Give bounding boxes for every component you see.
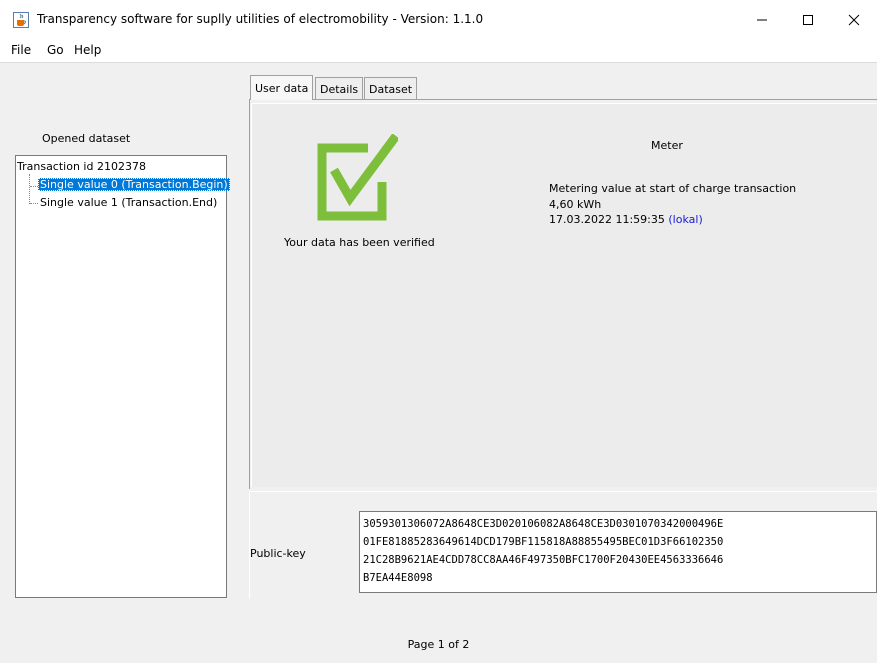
opened-dataset-label: Opened dataset	[42, 132, 131, 145]
menu-bar: File Go Help	[0, 40, 877, 63]
window-title: Transparency software for suplly utiliti…	[37, 12, 484, 26]
tab-dataset[interactable]: Dataset	[364, 77, 418, 99]
meter-timestamp: 17.03.2022 11:59:35 (lokal)	[549, 213, 703, 226]
maximize-icon	[803, 15, 813, 25]
public-key-field[interactable]: 3059301306072A8648CE3D020106082A8648CE3D…	[359, 511, 877, 593]
dataset-tree[interactable]: Transaction id 2102378 Single value 0 (T…	[15, 155, 230, 598]
tree-item-single-value-0[interactable]: Single value 0 (Transaction.Begin)	[38, 178, 230, 191]
timezone-link[interactable]: (lokal)	[668, 213, 702, 226]
public-key-line: 3059301306072A8648CE3D020106082A8648CE3D…	[363, 518, 724, 530]
meter-title: Meter	[651, 139, 683, 152]
tree-item-single-value-1[interactable]: Single value 1 (Transaction.End)	[38, 196, 219, 209]
menu-help[interactable]: Help	[74, 43, 101, 57]
tree-connector	[29, 174, 30, 204]
tab-user-data[interactable]: User data	[250, 75, 314, 100]
check-mark-icon	[316, 133, 400, 222]
tree-root-transaction[interactable]: Transaction id 2102378	[17, 160, 146, 173]
maximize-button[interactable]	[785, 0, 831, 40]
java-cup-icon	[13, 12, 29, 28]
public-key-line: B7EA44E8098	[363, 572, 433, 584]
tab-details[interactable]: Details	[315, 77, 364, 99]
timestamp-text: 17.03.2022 11:59:35	[549, 213, 665, 226]
menu-go[interactable]: Go	[47, 43, 64, 57]
meter-value: 4,60 kWh	[549, 198, 602, 211]
page-indicator: Page 1 of 2	[407, 638, 470, 651]
close-icon	[848, 14, 860, 26]
public-key-line: 21C28B9621AE4CDD78CC8AA46F497350BFC1700F…	[363, 554, 724, 566]
meter-description: Metering value at start of charge transa…	[549, 182, 797, 195]
verification-message: Your data has been verified	[284, 236, 435, 249]
minimize-button[interactable]	[739, 0, 785, 40]
minimize-icon	[757, 19, 767, 21]
public-key-label: Public-key	[250, 547, 306, 560]
menu-file[interactable]: File	[11, 43, 31, 57]
close-button[interactable]	[831, 0, 877, 40]
tree-connector	[30, 186, 38, 187]
tree-connector	[30, 203, 38, 204]
public-key-line: 01FE81885283649614DCD179BF115818A8885549…	[363, 536, 724, 548]
